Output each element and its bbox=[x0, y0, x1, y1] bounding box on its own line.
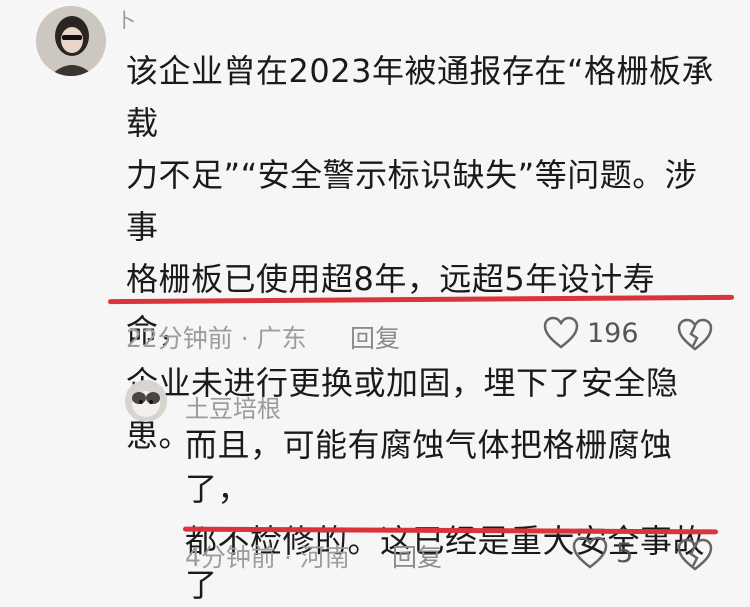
comment-line: 而且，可能有腐蚀气体把格栅腐蚀了， bbox=[185, 426, 673, 508]
like-button[interactable]: 196 bbox=[543, 316, 639, 350]
broken-heart-icon[interactable] bbox=[677, 538, 713, 576]
comment-line: 力不足”“安全警示标识缺失”等问题。涉事 bbox=[126, 156, 698, 246]
username[interactable]: 卜 bbox=[116, 4, 136, 33]
like-count: 196 bbox=[587, 317, 639, 349]
like-count: 5 bbox=[616, 537, 634, 569]
time-location: 22分钟前 · 广东 bbox=[126, 324, 307, 353]
reply-button[interactable]: 回复 bbox=[392, 538, 442, 574]
username[interactable]: 土豆培根 bbox=[185, 389, 281, 424]
like-button[interactable]: 5 bbox=[572, 536, 633, 570]
reply-button[interactable]: 回复 bbox=[350, 319, 400, 355]
heart-icon bbox=[572, 536, 608, 569]
comment-text: 而且，可能有腐蚀气体把格栅腐蚀了， 都不检修的。这已经是重大安全事故了 bbox=[185, 423, 725, 607]
time-location: 4分钟前 · 河南 bbox=[185, 543, 350, 572]
user-avatar[interactable] bbox=[36, 6, 106, 76]
comment-line: 该企业曾在2023年被通报存在“格栅板承载 bbox=[126, 52, 715, 142]
user-avatar[interactable] bbox=[125, 380, 167, 422]
broken-heart-icon[interactable] bbox=[677, 318, 713, 356]
heart-icon bbox=[543, 316, 579, 349]
